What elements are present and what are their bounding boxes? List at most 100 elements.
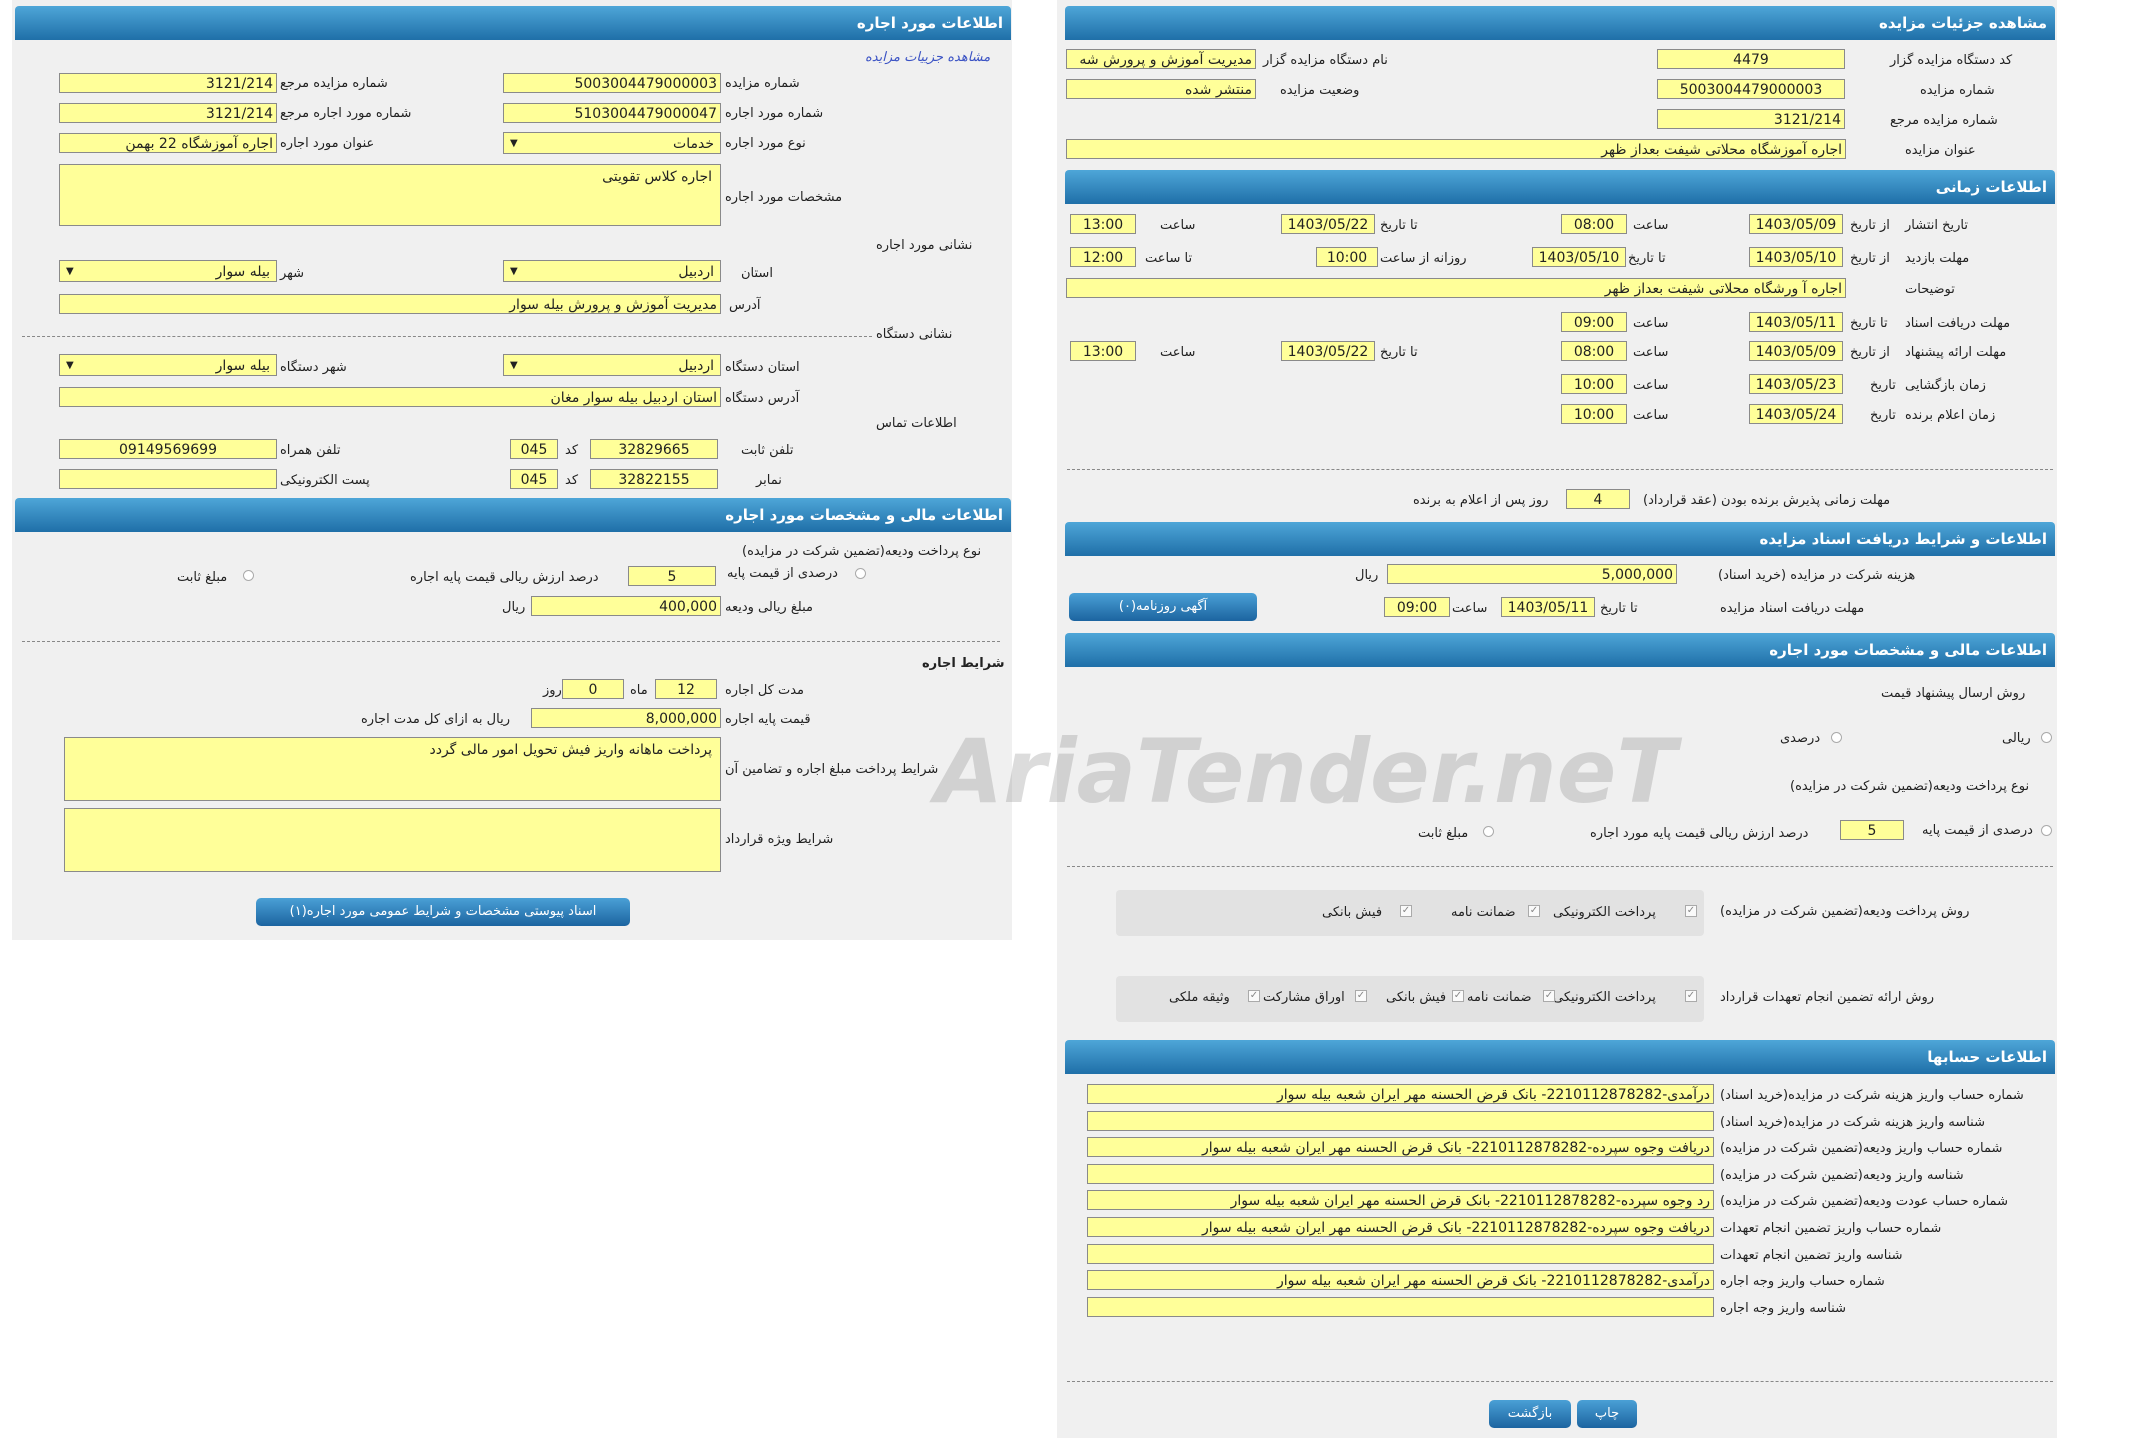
- account-value: [1087, 1297, 1714, 1317]
- winner-date-field: 1403/05/24: [1749, 404, 1843, 424]
- rental-type-select[interactable]: خدمات ▼: [503, 132, 721, 154]
- percent-radio-r[interactable]: [1831, 732, 1842, 743]
- account-label: شماره حساب واریز تضمین انجام تعهدات: [1720, 1221, 1942, 1236]
- newspaper-ad-button[interactable]: آگهی روزنامه(۰): [1069, 593, 1257, 621]
- org-province-select[interactable]: اردبیل ▼: [503, 354, 721, 376]
- deposit-amount-label: مبلغ ریالی ودیعه: [725, 600, 813, 615]
- desc-label: توضیحات: [1905, 282, 1955, 297]
- org-code-field: 4479: [1657, 49, 1845, 69]
- to-date-label: تا تاریخ: [1628, 251, 1666, 266]
- guarantee-option-electronic: پرداخت الکترونیکی: [1553, 990, 1656, 1005]
- guarantee-option-guarantee: ضمانت نامه: [1467, 990, 1532, 1005]
- account-label: شناسه واریز وجه اجاره: [1720, 1301, 1846, 1316]
- account-label: شناسه واریز هزینه شرکت در مزایده(خرید اس…: [1720, 1115, 1985, 1130]
- ref-auction-no-label: شماره مزایده مرجع: [280, 76, 388, 91]
- account-label: شماره حساب واریز وجه اجاره: [1720, 1274, 1885, 1289]
- to-date-label: تا تاریخ: [1600, 601, 1638, 616]
- auction-title-label: عنوان مزایده: [1905, 143, 1976, 158]
- from-date-label: از تاریخ: [1850, 345, 1890, 360]
- deposit-amount-field: 400,000: [531, 596, 721, 616]
- finance-header-r: اطلاعات مالی و مشخصات مورد اجاره: [1065, 633, 2055, 667]
- guarantee-option-property: وثیقه ملکی: [1169, 990, 1230, 1005]
- chevron-down-icon: ▼: [510, 266, 518, 277]
- doc-deadline-label: مهلت دریافت اسناد: [1905, 316, 2011, 331]
- auction-no-label-r: شماره مزایده: [1920, 83, 1995, 98]
- fixed-radio-r[interactable]: [1483, 826, 1494, 837]
- deposit-pay-option-electronic: پرداخت الکترونیکی: [1553, 905, 1656, 920]
- base-price-suffix: ریال به ازای کل مدت اجاره: [361, 712, 510, 727]
- date-label: تاریخ: [1870, 378, 1896, 393]
- view-auction-details-link[interactable]: مشاهده جزییات مزایده: [865, 50, 990, 65]
- rental-spec-textarea: اجاره کلاس تقویتی: [59, 164, 721, 226]
- guarantee-checkbox-bank[interactable]: ✓: [1452, 990, 1464, 1002]
- deposit-pay-checkbox-electronic[interactable]: ✓: [1685, 905, 1697, 917]
- org-city-select[interactable]: بیله سوار ▼: [59, 354, 277, 376]
- guarantee-checkbox-guarantee[interactable]: ✓: [1543, 990, 1555, 1002]
- rental-address-section: نشانی مورد اجاره: [876, 238, 973, 253]
- account-label: شماره حساب واریز ودیعه(تضمین شرکت در مزا…: [1720, 1141, 2003, 1156]
- desc-field: اجاره آ ورشگاه محلاتی شیفت بعداز ظهر: [1066, 278, 1846, 298]
- from-date-label: از تاریخ: [1850, 251, 1890, 266]
- deposit-pay-option-bank: فیش بانکی: [1322, 905, 1383, 920]
- publish-label: تاریخ انتشار: [1905, 218, 1968, 233]
- divider: [1067, 469, 2053, 470]
- from-date-label: از تاریخ: [1850, 218, 1890, 233]
- rental-type-value: خدمات: [673, 136, 714, 152]
- fax-code-field: 045: [510, 469, 558, 489]
- status-label: وضعیت مزایده: [1280, 83, 1360, 98]
- deposit-method-label: نوع پرداخت ودیعه(تضمین شرکت در مزایده): [742, 544, 982, 559]
- base-price-label: قیمت پایه اجاره: [725, 712, 811, 727]
- guarantee-checkbox-bonds[interactable]: ✓: [1355, 990, 1367, 1002]
- fee-rial: ریال: [1355, 568, 1379, 583]
- deposit-pay-checkbox-bank[interactable]: ✓: [1400, 905, 1412, 917]
- rental-type-label: نوع مورد اجاره: [725, 136, 806, 151]
- ref-rental-no-field: 3121/214: [59, 103, 277, 123]
- hour-label: ساعت: [1160, 345, 1196, 360]
- org-city-value: بیله سوار: [215, 358, 270, 374]
- city-select[interactable]: بیله سوار ▼: [59, 260, 277, 282]
- divider: [22, 336, 872, 337]
- back-button[interactable]: بازگشت: [1489, 1400, 1571, 1428]
- percent-base-label: درصدی از قیمت پایه: [1922, 823, 2033, 838]
- day-label: روز: [543, 683, 562, 698]
- print-button[interactable]: چاپ: [1577, 1400, 1637, 1428]
- percent-opt-label: درصدی: [1780, 731, 1821, 746]
- doc-to-time-field: 09:00: [1561, 312, 1627, 332]
- account-value: رد وجوه سپرده-2210112878282- بانک قرض ال…: [1087, 1190, 1714, 1210]
- ref-rental-no-label: شماره مورد اجاره مرجع: [280, 106, 412, 121]
- deposit-pay-option-guarantee: ضمانت نامه: [1451, 905, 1516, 920]
- deposit-pay-checkbox-guarantee[interactable]: ✓: [1528, 905, 1540, 917]
- visit-to-field: 1403/05/10: [1532, 247, 1626, 267]
- chevron-down-icon: ▼: [66, 266, 74, 277]
- fixed-radio[interactable]: [243, 570, 254, 581]
- attachments-button[interactable]: اسناد پیوستی مشخصات و شرایط عمومی مورد ا…: [256, 898, 630, 926]
- org-code-label: کد دستگاه مزایده گزار: [1890, 53, 2013, 68]
- province-label: استان: [741, 266, 773, 281]
- daily-from-label: روزانه از ساعت: [1380, 251, 1467, 266]
- org-province-value: اردبیل: [678, 358, 714, 374]
- offer-from-field: 1403/05/09: [1749, 341, 1843, 361]
- accept-label: مهلت زمانی پذیرش برنده بودن (عقد قرارداد…: [1643, 493, 1891, 508]
- status-field: منتشر شده: [1066, 79, 1256, 99]
- phone-field: 32829665: [590, 439, 718, 459]
- days-field: 0: [562, 679, 624, 699]
- rental-no-field: 5103004479000047: [503, 103, 721, 123]
- org-address-section: نشانی دستگاه: [876, 327, 953, 342]
- rial-radio[interactable]: [2041, 732, 2052, 743]
- percent-base-radio[interactable]: [2041, 825, 2052, 836]
- deposit-rial: ریال: [502, 600, 526, 615]
- org-name-field: مدیریت آموزش و پرورش شه: [1066, 49, 1256, 69]
- guarantee-checkbox-electronic[interactable]: ✓: [1685, 990, 1697, 1002]
- fee-field: 5,000,000: [1387, 564, 1677, 584]
- contact-section: اطلاعات تماس: [876, 416, 957, 431]
- province-select[interactable]: اردبیل ▼: [503, 260, 721, 282]
- account-value: درآمدی-2210112878282- بانک قرض الحسنه مه…: [1087, 1270, 1714, 1290]
- hour-label: ساعت: [1160, 218, 1196, 233]
- percent-radio[interactable]: [855, 568, 866, 579]
- offer-label: مهلت ارائه پیشنهاد: [1905, 345, 2007, 360]
- org-address-field: استان اردبیل بیله سوار مغان: [59, 387, 721, 407]
- rental-details-header: اطلاعات مورد اجاره: [15, 6, 1011, 40]
- publish-from-field: 1403/05/09: [1749, 214, 1843, 234]
- account-value: [1087, 1164, 1714, 1184]
- guarantee-checkbox-property[interactable]: ✓: [1248, 990, 1260, 1002]
